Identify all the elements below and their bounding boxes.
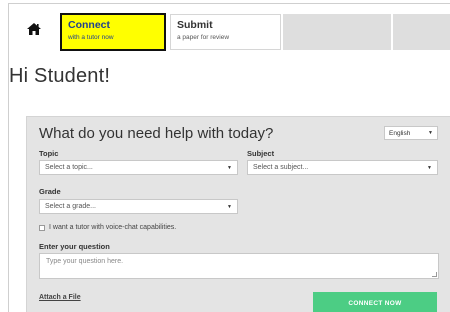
app-frame: Connect with a tutor now Submit a paper … (8, 3, 450, 312)
tab-connect[interactable]: Connect with a tutor now (60, 13, 166, 51)
panel-heading: What do you need help with today? (39, 125, 274, 142)
help-request-panel: What do you need help with today? Englis… (26, 116, 450, 312)
tab-connect-subtitle: with a tutor now (68, 34, 114, 41)
grade-label: Grade (39, 187, 61, 196)
chevron-down-icon: ▼ (427, 164, 432, 171)
tab-placeholder (393, 14, 450, 50)
home-icon (27, 23, 41, 35)
topic-select[interactable]: Select a topic... ▼ (39, 160, 238, 175)
subject-value: Select a subject... (253, 164, 309, 171)
tab-submit-subtitle: a paper for review (177, 34, 230, 41)
subject-label: Subject (247, 149, 275, 158)
chevron-down-icon: ▼ (227, 203, 232, 210)
home-button[interactable] (21, 18, 47, 40)
tab-submit[interactable]: Submit a paper for review (170, 14, 281, 50)
question-textarea[interactable]: Type your question here. (39, 253, 439, 279)
tab-connect-title: Connect (68, 19, 110, 31)
topic-value: Select a topic... (45, 164, 93, 171)
top-nav: Connect with a tutor now Submit a paper … (9, 8, 450, 51)
grade-select[interactable]: Select a grade... ▼ (39, 199, 238, 214)
connect-now-button[interactable]: CONNECT NOW (313, 292, 437, 312)
page-title: Hi Student! (9, 65, 111, 87)
subject-select[interactable]: Select a subject... ▼ (247, 160, 438, 175)
resize-handle-icon[interactable] (432, 272, 437, 277)
grade-value: Select a grade... (45, 203, 96, 210)
topic-label: Topic (39, 149, 59, 158)
voice-chat-option[interactable]: I want a tutor with voice-chat capabilit… (39, 224, 176, 231)
chevron-down-icon: ▼ (428, 130, 433, 136)
question-placeholder: Type your question here. (46, 258, 124, 265)
voice-chat-label: I want a tutor with voice-chat capabilit… (49, 224, 177, 231)
tab-submit-title: Submit (177, 19, 213, 31)
voice-chat-checkbox[interactable] (39, 224, 45, 231)
language-select[interactable]: English ▼ (384, 126, 438, 140)
attach-file-link[interactable]: Attach a File (39, 294, 81, 301)
tab-placeholder (283, 14, 391, 50)
language-value: English (389, 129, 411, 137)
question-label: Enter your question (39, 242, 110, 251)
chevron-down-icon: ▼ (227, 164, 232, 171)
